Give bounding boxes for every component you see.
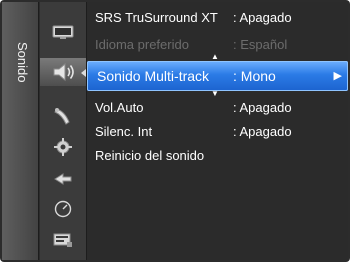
menu-item-label: Sonido Multi-track [97, 68, 210, 84]
application-icon[interactable] [40, 195, 86, 223]
menu-item-value: : Apagado [233, 124, 292, 139]
menu-item-sonido-multitrack[interactable]: Sonido Multi-track : Mono ▶ [87, 61, 348, 91]
support-icon[interactable] [40, 226, 86, 254]
menu-item-value: : Español [233, 37, 288, 52]
menu-icon-column [40, 2, 87, 260]
menu-item-reinicio-sonido[interactable]: Reinicio del sonido [87, 145, 348, 167]
menu-item-vol-auto[interactable]: Vol.Auto : Apagado [87, 97, 348, 119]
category-strip: Sonido [2, 2, 39, 260]
picture-icon[interactable] [40, 18, 86, 46]
menu-item-value: : Mono [233, 68, 276, 84]
setup-icon[interactable] [40, 133, 86, 161]
menu-item-srs-trusurround[interactable]: SRS TruSurround XT : Apagado [87, 7, 348, 29]
input-icon[interactable] [40, 165, 86, 193]
menu-item-label: Idioma preferido [95, 37, 189, 52]
category-label: Sonido [15, 42, 30, 83]
menu-item-value: : Apagado [233, 10, 292, 25]
menu-item-silenc-int[interactable]: Silenc. Int : Apagado [87, 121, 348, 143]
channel-icon[interactable] [40, 102, 86, 130]
osd-menu-window: Sonido SRS TruSurround XT: Apagado Idio… [0, 0, 350, 262]
submenu-arrow-icon[interactable]: ▶ [334, 61, 342, 91]
menu-item-label: Silenc. Int [95, 124, 153, 139]
scroll-up-icon[interactable]: ▲ [210, 53, 220, 61]
menu-item-label: Reinicio del sonido [95, 148, 205, 163]
menu-item-label: Vol.Auto [95, 100, 144, 115]
selection-pointer-icon [81, 69, 86, 77]
sound-icon[interactable] [40, 58, 86, 86]
sound-menu-list: SRS TruSurround XT : Apagado Idioma pref… [87, 2, 348, 260]
menu-item-label: SRS TruSurround XT [95, 10, 218, 25]
menu-item-value: : Apagado [233, 100, 292, 115]
